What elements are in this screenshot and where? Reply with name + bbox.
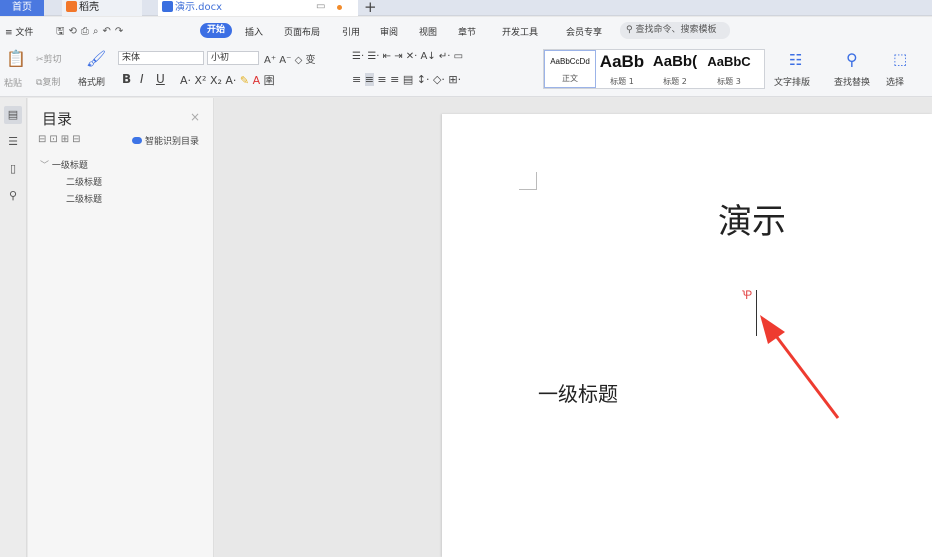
arrow-head xyxy=(760,315,785,344)
arrow-shaft xyxy=(768,327,840,419)
annotation-arrow xyxy=(760,315,840,419)
